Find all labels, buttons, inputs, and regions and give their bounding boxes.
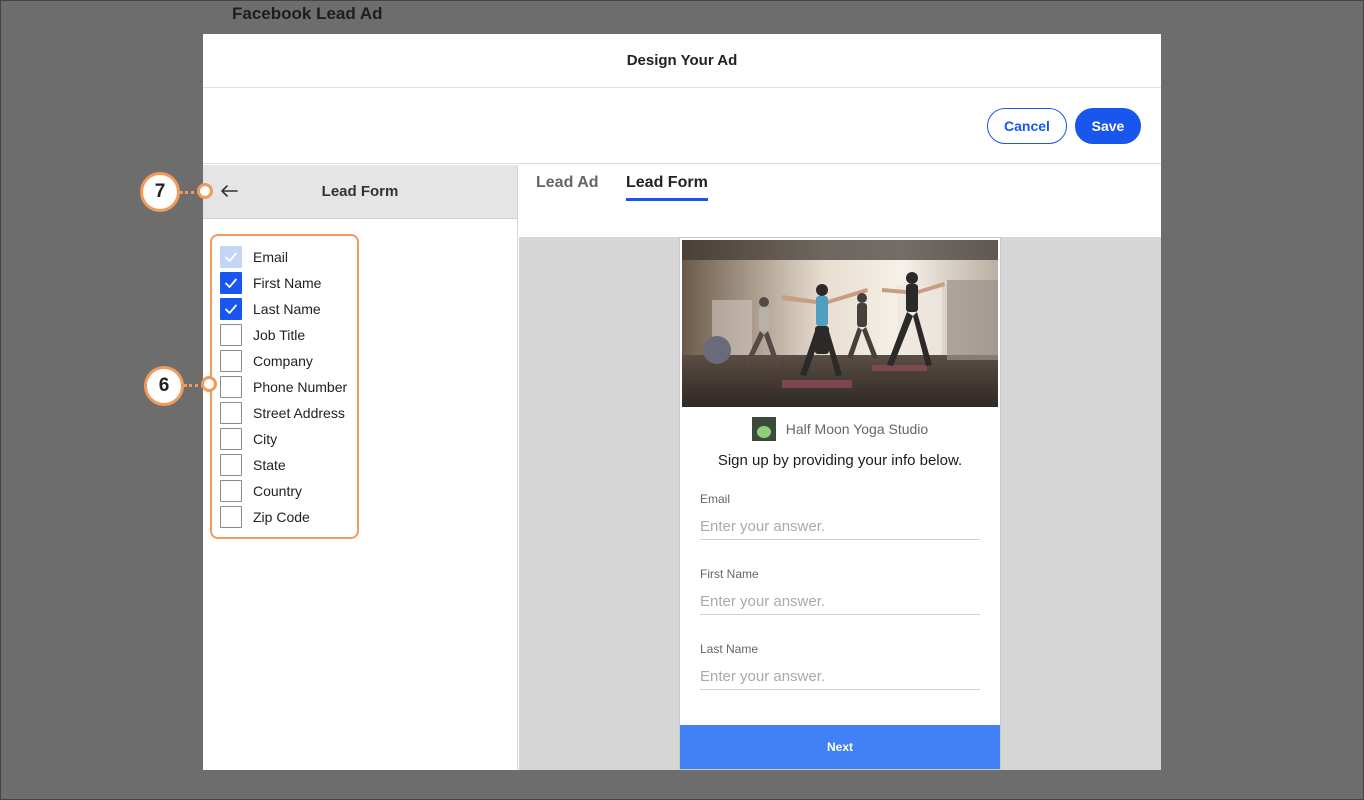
tab-lead-ad[interactable]: Lead Ad [536,174,599,198]
cancel-button[interactable]: Cancel [987,107,1067,144]
checkbox[interactable] [220,272,242,294]
field-row-first-name[interactable]: First Name [220,270,347,296]
field-row-city[interactable]: City [220,426,347,452]
field-label: Job Title [253,327,306,343]
checkbox[interactable] [220,376,242,398]
field-row-country[interactable]: Country [220,478,347,504]
checkbox[interactable] [220,428,242,450]
field-checkbox-list: Email First Name Last Name Job Title Company… [220,244,347,530]
form-field-label: Last Name [700,642,759,656]
brand-logo [751,417,776,441]
field-label: Country [253,483,303,499]
field-label: State [253,457,286,473]
field-label: Street Address [253,405,345,421]
callout-badge-7: 7 [140,172,180,212]
field-row-email[interactable]: Email [220,244,347,270]
lead-form-panel: Lead Form Email First Name Last Name Job Ti… [203,165,518,770]
design-ad-modal: Design Your Ad Cancel Save Lead Form Ema… [203,34,1161,770]
checkbox[interactable] [220,480,242,502]
preview-tabs: Lead Ad Lead Form [519,165,1161,237]
checkbox[interactable] [220,402,242,424]
first-name-input[interactable] [700,589,980,615]
checkbox[interactable] [220,298,242,320]
field-label: Last Name [253,301,321,317]
checkbox[interactable] [220,506,242,528]
lead-form-panel-header: Lead Form [203,165,517,219]
yoga-class-photo [682,240,998,407]
field-label: Email [253,249,289,265]
field-label: Phone Number [253,379,348,395]
checkbox[interactable] [220,454,242,476]
field-label: Zip Code [253,509,310,525]
field-row-zip-code[interactable]: Zip Code [220,504,347,530]
field-row-state[interactable]: State [220,452,347,478]
form-field-label: Email [700,492,731,506]
save-button[interactable]: Save [1075,107,1141,144]
field-row-last-name[interactable]: Last Name [220,296,347,322]
tab-lead-form[interactable]: Lead Form [626,174,708,201]
form-heading: Sign up by providing your info below. [717,452,963,469]
background-page-title: Facebook Lead Ad [232,4,383,23]
next-button[interactable]: Next [680,725,1000,769]
checkbox [220,246,242,268]
modal-title: Design Your Ad [626,52,738,69]
field-label: First Name [253,275,322,291]
phone-preview: Half Moon Yoga Studio Sign up by providi… [679,237,1001,770]
modal-action-bar: Cancel Save [203,88,1161,164]
brand-row: Half Moon Yoga Studio [680,416,1000,442]
email-input[interactable] [700,514,980,540]
checkbox[interactable] [220,350,242,372]
field-row-street-address[interactable]: Street Address [220,400,347,426]
callout-badge-6: 6 [144,366,184,406]
field-label: Company [253,353,313,369]
field-row-company[interactable]: Company [220,348,347,374]
callout-anchor-dot [197,183,213,199]
last-name-input[interactable] [700,664,980,690]
form-field-email: Email [700,492,980,540]
modal-header: Design Your Ad [203,34,1161,88]
callout-anchor-dot [201,376,217,392]
arrow-left-icon[interactable] [219,179,241,203]
checkbox[interactable] [220,324,242,346]
field-label: City [253,431,278,447]
ad-preview-panel: Lead Ad Lead Form Half Moon Yoga Studio … [519,165,1161,770]
form-field-first-name: First Name [700,567,980,615]
form-field-label: First Name [700,567,759,581]
field-row-job-title[interactable]: Job Title [220,322,347,348]
brand-name: Half Moon Yoga Studio [785,421,929,437]
lead-form-panel-title: Lead Form [321,183,399,200]
field-row-phone-number[interactable]: Phone Number [220,374,347,400]
form-field-last-name: Last Name [700,642,980,690]
